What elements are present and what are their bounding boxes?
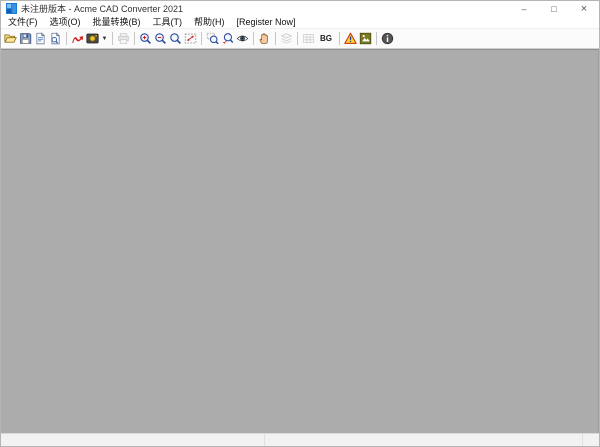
maximize-button[interactable]: □ [539,1,569,16]
save-as-button[interactable] [33,30,48,47]
magnifier-zoom-previous-icon [221,32,234,45]
statusbar-panel-left [1,434,265,446]
hand-pan-icon [258,32,271,45]
window-title: 未注册版本 - Acme CAD Converter 2021 [21,2,183,15]
app-icon [6,3,17,14]
toolbar-separator [253,32,254,45]
open-button[interactable] [3,30,18,47]
save-button[interactable] [18,30,33,47]
info-about-icon [381,32,394,45]
magnifier-zoom-all-icon [169,32,182,45]
zoom-all-button[interactable] [168,30,183,47]
zoom-out-button[interactable] [153,30,168,47]
toolbar-separator [376,32,377,45]
print-button[interactable] [116,30,131,47]
statusbar-panel-main [265,434,583,446]
zoom-extents-icon [184,32,197,45]
toolbar-separator [339,32,340,45]
minimize-button[interactable]: – [509,1,539,16]
toolbar-separator [201,32,202,45]
watermark-button[interactable] [358,30,373,47]
titlebar: 未注册版本 - Acme CAD Converter 2021 – □ × [1,1,599,16]
menu-item-register-now[interactable]: [Register Now] [231,16,302,28]
zoom-previous-button[interactable] [220,30,235,47]
magnifier-zoom-in-icon [139,32,152,45]
print-preview-button[interactable] [48,30,63,47]
magnifier-zoom-out-icon [154,32,167,45]
printer-icon [117,32,130,45]
window-controls: – □ × [509,1,599,16]
convert-button[interactable] [70,30,85,47]
chevron-down-icon: ▼ [102,36,108,42]
print-preview-document-icon [49,32,62,45]
statusbar [1,433,599,446]
maximize-icon: □ [551,4,556,14]
toolbar-separator [66,32,67,45]
zoom-window-button[interactable] [205,30,220,47]
layers-button[interactable] [279,30,294,47]
warning-triangle-icon [344,32,357,45]
close-icon: × [581,3,587,15]
layout-button[interactable] [301,30,316,47]
resize-grip[interactable] [583,434,599,446]
menubar: 文件(F) 选项(O) 批量转换(B) 工具(T) 帮助(H) [Registe… [1,16,599,29]
pan-button[interactable] [257,30,272,47]
capture-camera-icon [86,32,99,45]
grid-layout-icon [302,32,315,45]
about-button[interactable] [380,30,395,47]
toolbar-separator [297,32,298,45]
background-color-button[interactable]: BG [316,30,336,47]
menu-item-file[interactable]: 文件(F) [2,16,44,28]
menu-item-tools[interactable]: 工具(T) [147,16,189,28]
zoom-in-button[interactable] [138,30,153,47]
watermark-picture-icon [359,32,372,45]
layers-icon [280,32,293,45]
menu-item-batch-convert[interactable]: 批量转换(B) [87,16,147,28]
save-floppy-icon [19,32,32,45]
minimize-icon: – [521,4,526,14]
save-as-document-icon [34,32,47,45]
toolbar-separator [134,32,135,45]
menu-item-options[interactable]: 选项(O) [44,16,87,28]
magnifier-zoom-window-icon [206,32,219,45]
capture-button[interactable] [85,30,100,47]
capture-dropdown[interactable]: ▼ [100,30,109,47]
eye-views-icon [236,32,249,45]
font-alert-button[interactable] [343,30,358,47]
zoom-extents-button[interactable] [183,30,198,47]
bg-button-label: BG [320,34,332,43]
convert-red-swoosh-icon [71,32,84,45]
open-folder-icon [4,32,17,45]
drawing-canvas[interactable] [1,49,599,433]
menu-item-help[interactable]: 帮助(H) [188,16,231,28]
close-button[interactable]: × [569,1,599,16]
toolbar-separator [112,32,113,45]
toolbar: ▼ [1,29,599,49]
app-window: 未注册版本 - Acme CAD Converter 2021 – □ × 文件… [0,0,600,447]
toolbar-separator [275,32,276,45]
views-button[interactable] [235,30,250,47]
